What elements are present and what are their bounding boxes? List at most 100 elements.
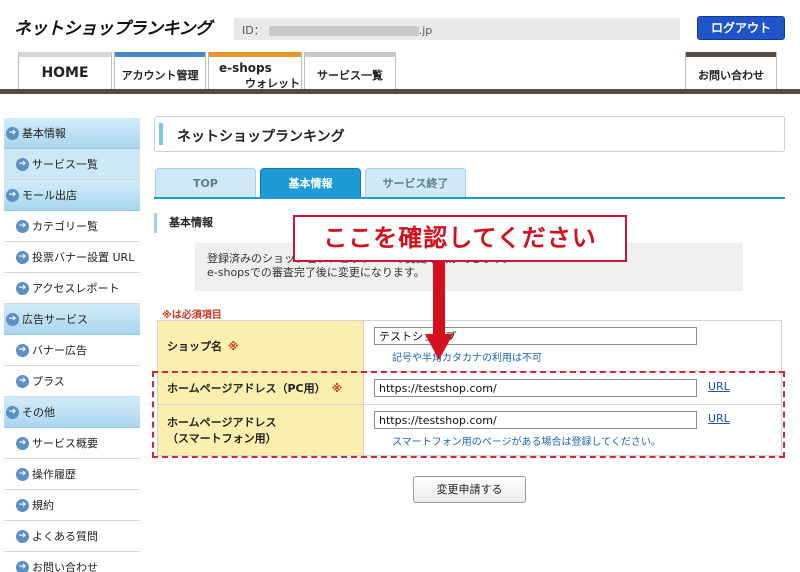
- tab-service-end[interactable]: サービス終了: [365, 168, 466, 197]
- field-label-line2: （スマートフォン用）: [167, 432, 277, 445]
- arrow-right-icon: ➔: [16, 498, 29, 512]
- sidebar-item-service-list[interactable]: ➔ サービス一覧: [4, 149, 140, 180]
- tab-basic-info[interactable]: 基本情報: [260, 168, 361, 197]
- pc-url-label: ホームページアドレス（PC用） ※: [157, 371, 364, 405]
- page-title-box: ネットショップランキング: [154, 116, 785, 152]
- sidebar-item-category[interactable]: ➔ カテゴリー覧: [4, 211, 140, 242]
- sidebar-item-label: カテゴリー覧: [32, 220, 98, 233]
- arrow-right-icon: ➔: [16, 374, 29, 388]
- sidebar-item-label: よくある質問: [32, 530, 98, 543]
- required-mark: ※: [331, 382, 343, 395]
- sidebar-item-contact[interactable]: ➔ お問い合わせ: [4, 552, 140, 572]
- tab-cap: [209, 52, 301, 57]
- sidebar-item-label: サービス一覧: [32, 158, 98, 171]
- sp-url-cell: URL スマートフォン用のページがある場合は登録してください。: [363, 404, 782, 456]
- nav-baseline: [0, 89, 800, 94]
- sidebar-item-terms[interactable]: ➔ 規約: [4, 490, 140, 521]
- section-title: 基本情報: [154, 213, 213, 233]
- sidebar-item-plus[interactable]: ➔ プラス: [4, 366, 140, 397]
- sp-url-label: ホームページアドレス （スマートフォン用）: [157, 404, 364, 456]
- tab-cap: [305, 52, 395, 57]
- arrow-right-icon: ➔: [16, 560, 29, 572]
- nav-tab-contact-label: お問い合わせ: [698, 69, 764, 82]
- sidebar-item-label: お問い合わせ: [32, 561, 98, 572]
- nav-tab-wallet-line1: e-shops: [219, 61, 272, 75]
- basic-info-form: ショップ名※ 記号や半角カタカナの利用は不可 ホームページアドレス（PC用）※ …: [157, 320, 782, 456]
- sidebar-item-label: サービス概要: [32, 437, 98, 450]
- required-mark: ※: [228, 340, 239, 353]
- arrow-right-icon: ➔: [16, 436, 29, 450]
- nav-tab-account[interactable]: アカウント管理: [114, 52, 206, 89]
- shop-name-input[interactable]: [374, 327, 697, 345]
- account-id-display: ID： .jp: [234, 18, 680, 40]
- sidebar-item-label: バナー広告: [32, 344, 87, 357]
- sidebar-item-faq[interactable]: ➔ よくある質問: [4, 521, 140, 552]
- pc-url-link[interactable]: URL: [708, 380, 730, 393]
- arrow-right-icon: ➔: [16, 467, 29, 481]
- nav-tab-services[interactable]: サービス一覧: [304, 52, 396, 89]
- sidebar-item-label: 規約: [32, 499, 54, 512]
- required-note: ※は必須項目: [162, 310, 222, 321]
- sidebar-item-label: アクセスレポート: [32, 282, 120, 295]
- arrow-right-icon: ➔: [6, 405, 19, 419]
- arrow-right-icon: ➔: [16, 219, 29, 233]
- arrow-right-icon: ➔: [6, 188, 19, 202]
- sidebar-item-label: 操作履歴: [32, 468, 76, 481]
- nav-tab-contact[interactable]: お問い合わせ: [685, 52, 777, 89]
- arrow-right-icon: ➔: [16, 281, 29, 295]
- sidebar-section-mall[interactable]: ➔ モール出店: [4, 180, 140, 211]
- page-title: ネットショップランキング: [177, 129, 345, 145]
- submit-change-request-button[interactable]: 変更申請する: [413, 476, 526, 503]
- sidebar-item-service-overview[interactable]: ➔ サービス概要: [4, 428, 140, 459]
- site-logo[interactable]: ネットショップランキング: [14, 14, 212, 39]
- tab-top[interactable]: TOP: [155, 168, 256, 197]
- sidebar-section-basic[interactable]: ➔ 基本情報: [4, 118, 140, 149]
- field-label: ホームページアドレス（PC用）: [167, 382, 326, 395]
- nav-tab-home[interactable]: HOME: [18, 52, 112, 89]
- sidebar-section-label: その他: [22, 406, 55, 419]
- nav-tab-services-label: サービス一覧: [317, 69, 383, 82]
- field-label: ショップ名: [167, 340, 222, 353]
- field-label-line1: ホームページアドレス: [167, 416, 277, 429]
- page: ネットショップランキング ID： .jp ログアウト HOME アカウント管理 e…: [0, 0, 800, 572]
- tab-underline: [154, 197, 785, 199]
- annotation-arrow-shaft: [433, 262, 445, 336]
- nav-tab-account-label: アカウント管理: [121, 69, 199, 82]
- form-row-pc-url: ホームページアドレス（PC用） ※ URL: [157, 371, 782, 405]
- sidebar-section-other[interactable]: ➔ その他: [4, 397, 140, 428]
- sidebar-item-access-report[interactable]: ➔ アクセスレポート: [4, 273, 140, 304]
- info-line: e-shopsでの審査完了後に変更になります。: [207, 266, 425, 279]
- sidebar-item-vote-banner[interactable]: ➔ 投票バナー設置 URL: [4, 242, 140, 273]
- sidebar-item-history[interactable]: ➔ 操作履歴: [4, 459, 140, 490]
- title-accent-bar: [159, 123, 163, 145]
- tab-cap: [19, 52, 111, 57]
- tab-cap: [686, 52, 776, 57]
- id-suffix: .jp: [418, 24, 433, 37]
- shop-name-label: ショップ名 ※: [157, 320, 364, 372]
- sp-url-input[interactable]: [374, 411, 697, 429]
- tab-cap: [115, 52, 205, 57]
- masked-id: [268, 26, 419, 36]
- annotation-callout: ここを確認してください: [293, 215, 627, 262]
- logout-button[interactable]: ログアウト: [697, 16, 785, 40]
- arrow-right-icon: ➔: [16, 250, 29, 264]
- pc-url-input[interactable]: [374, 379, 697, 397]
- nav-tab-wallet[interactable]: e-shops ウォレット: [208, 52, 302, 90]
- arrow-right-icon: ➔: [16, 529, 29, 543]
- sidebar-item-label: 投票バナー設置 URL: [32, 251, 135, 264]
- id-label: ID：: [242, 24, 265, 37]
- sp-url-hint: スマートフォン用のページがある場合は登録してください。: [392, 437, 661, 448]
- sidebar-section-label: 基本情報: [22, 127, 66, 140]
- arrow-right-icon: ➔: [6, 126, 19, 140]
- sidebar-item-banner-ad[interactable]: ➔ バナー広告: [4, 335, 140, 366]
- arrow-right-icon: ➔: [6, 312, 19, 326]
- form-row-sp-url: ホームページアドレス （スマートフォン用） URL スマートフォン用のページがあ…: [157, 404, 782, 456]
- nav-tab-home-label: HOME: [41, 65, 89, 81]
- arrow-right-icon: ➔: [16, 343, 29, 357]
- sidebar-item-label: プラス: [32, 375, 65, 388]
- arrow-right-icon: ➔: [16, 157, 29, 171]
- sidebar-section-ads[interactable]: ➔ 広告サービス: [4, 304, 140, 335]
- sidebar: ➔ 基本情報 ➔ サービス一覧 ➔ モール出店 ➔ カテゴリー覧 ➔ 投票バナー設置 UR…: [4, 118, 140, 572]
- sp-url-link[interactable]: URL: [708, 412, 730, 425]
- form-row-shop-name: ショップ名※ 記号や半角カタカナの利用は不可: [157, 320, 782, 372]
